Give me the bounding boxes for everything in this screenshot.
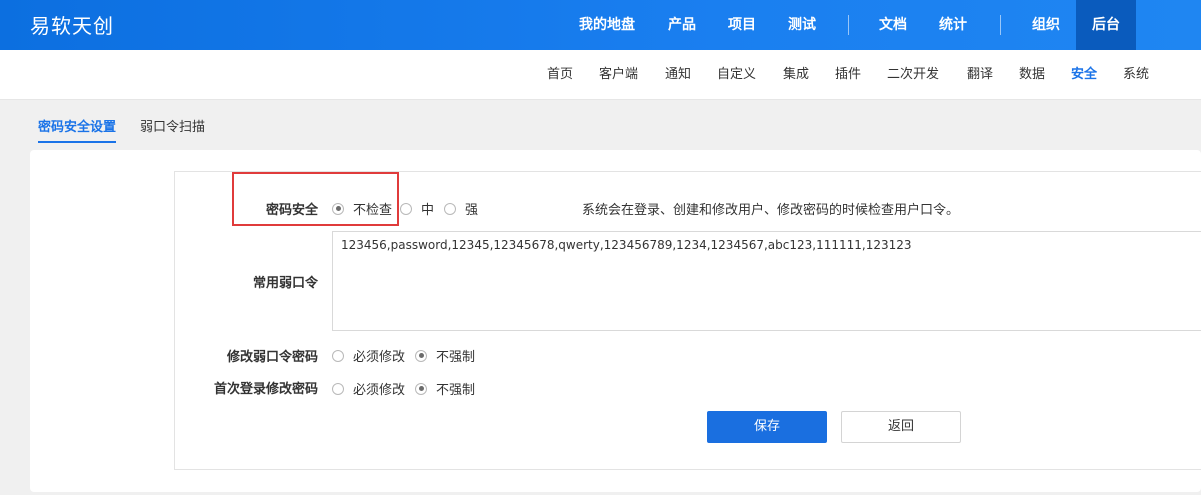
save-button[interactable]: 保存 — [707, 411, 827, 443]
back-button[interactable]: 返回 — [841, 411, 961, 443]
top-nav-item-admin[interactable]: 后台 — [1076, 0, 1136, 50]
annotation-highlight-box — [232, 172, 399, 226]
sub-nav-item-plugins[interactable]: 插件 — [835, 50, 861, 100]
radio-first-not-forced[interactable] — [415, 382, 428, 395]
sub-nav-item-custom[interactable]: 自定义 — [717, 50, 756, 100]
top-nav-item-my-dashboard[interactable]: 我的地盘 — [565, 0, 649, 50]
tab-password-security[interactable]: 密码安全设置 — [38, 116, 117, 143]
top-nav-item-docs[interactable]: 文档 — [866, 0, 920, 50]
radio-must-modify-label[interactable]: 必须修改 — [353, 346, 405, 365]
top-nav-item-stats[interactable]: 统计 — [926, 0, 980, 50]
radio-first-not-forced-label[interactable]: 不强制 — [436, 379, 475, 398]
sub-nav-item-translate[interactable]: 翻译 — [967, 50, 993, 100]
modify-weak-password-radio-group: 必须修改 不强制 — [332, 346, 485, 365]
sub-nav: 首页 客户端 通知 自定义 集成 插件 二次开发 翻译 数据 安全 系统 — [0, 50, 1201, 100]
brand-logo[interactable]: 易软天创 — [30, 10, 114, 39]
radio-not-forced[interactable] — [415, 349, 428, 362]
radio-strong-label[interactable]: 强 — [465, 199, 478, 218]
sub-nav-item-integration[interactable]: 集成 — [783, 50, 809, 100]
sub-nav-item-notify[interactable]: 通知 — [665, 50, 691, 100]
radio-medium[interactable] — [400, 202, 413, 215]
top-nav-separator — [1000, 15, 1001, 35]
tab-weak-password-scan[interactable]: 弱口令扫描 — [140, 116, 205, 141]
sub-nav-item-home[interactable]: 首页 — [547, 50, 573, 100]
sub-nav-item-client[interactable]: 客户端 — [599, 50, 638, 100]
top-nav-separator — [848, 15, 849, 35]
radio-must-modify[interactable] — [332, 349, 344, 362]
weak-passwords-textarea[interactable]: 123456,password,12345,12345678,qwerty,12… — [332, 231, 1201, 331]
password-security-hint: 系统会在登录、创建和修改用户、修改密码的时候检查用户口令。 — [582, 203, 960, 218]
top-nav-item-test[interactable]: 测试 — [775, 0, 829, 50]
modify-weak-password-label: 修改弱口令密码 — [226, 350, 318, 365]
radio-first-must-modify[interactable] — [332, 382, 344, 395]
first-login-modify-radio-group: 必须修改 不强制 — [332, 379, 485, 398]
tab-bar: 密码安全设置 弱口令扫描 — [0, 100, 1201, 150]
radio-not-forced-label[interactable]: 不强制 — [436, 346, 475, 365]
top-nav-item-product[interactable]: 产品 — [655, 0, 709, 50]
radio-first-must-modify-label[interactable]: 必须修改 — [353, 379, 405, 398]
sub-nav-item-system[interactable]: 系统 — [1123, 50, 1149, 100]
radio-medium-label[interactable]: 中 — [421, 199, 434, 218]
weak-passwords-label: 常用弱口令 — [252, 276, 318, 291]
top-bar: 易软天创 我的地盘 产品 项目 测试 文档 统计 组织 后台 — [0, 0, 1201, 50]
sub-nav-item-security[interactable]: 安全 — [1071, 50, 1097, 100]
top-nav-item-org[interactable]: 组织 — [1018, 0, 1074, 50]
sub-nav-item-dev[interactable]: 二次开发 — [887, 50, 939, 100]
top-nav-item-project[interactable]: 项目 — [715, 0, 769, 50]
first-login-modify-label: 首次登录修改密码 — [213, 382, 318, 397]
radio-strong[interactable] — [444, 202, 457, 215]
sub-nav-item-data[interactable]: 数据 — [1019, 50, 1045, 100]
